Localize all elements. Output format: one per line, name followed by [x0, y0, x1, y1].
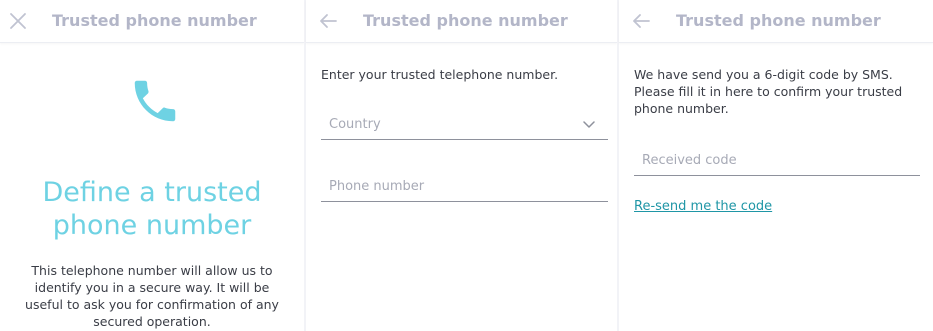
screen-enter-phone: Trusted phone number Enter your trusted … [306, 0, 617, 331]
screens-container: Trusted phone number Define a trusted ph… [0, 0, 933, 331]
header-title: Trusted phone number [676, 11, 881, 30]
country-placeholder: Country [329, 117, 381, 132]
instruction-text: Enter your trusted telephone number. [321, 67, 559, 82]
header-title: Trusted phone number [363, 11, 568, 30]
title-line-1: Define a trusted [42, 177, 262, 208]
received-code-input[interactable]: Received code [634, 146, 920, 176]
screen-define-trusted-phone: Trusted phone number Define a trusted ph… [0, 0, 304, 331]
header: Trusted phone number [619, 0, 933, 43]
page-title: Define a trusted phone number [0, 176, 304, 242]
arrow-left-icon[interactable] [630, 10, 652, 32]
header-title: Trusted phone number [52, 11, 257, 30]
phone-icon [134, 80, 176, 122]
close-icon[interactable] [7, 10, 29, 32]
description: This telephone number will allow us to i… [25, 263, 279, 329]
received-code-placeholder: Received code [642, 153, 737, 168]
arrow-left-icon[interactable] [317, 10, 339, 32]
phone-number-placeholder: Phone number [329, 179, 425, 194]
country-select[interactable]: Country [321, 110, 608, 140]
screen-confirm-code: Trusted phone number We have send you a … [619, 0, 933, 331]
resend-code-link[interactable]: Re-send me the code [634, 199, 772, 214]
header: Trusted phone number [0, 0, 304, 43]
header: Trusted phone number [306, 0, 617, 43]
instruction-text: We have send you a 6-digit code by SMS. … [634, 67, 903, 116]
chevron-down-icon [583, 121, 595, 128]
phone-number-input[interactable]: Phone number [321, 172, 608, 202]
title-line-2: phone number [52, 210, 252, 241]
